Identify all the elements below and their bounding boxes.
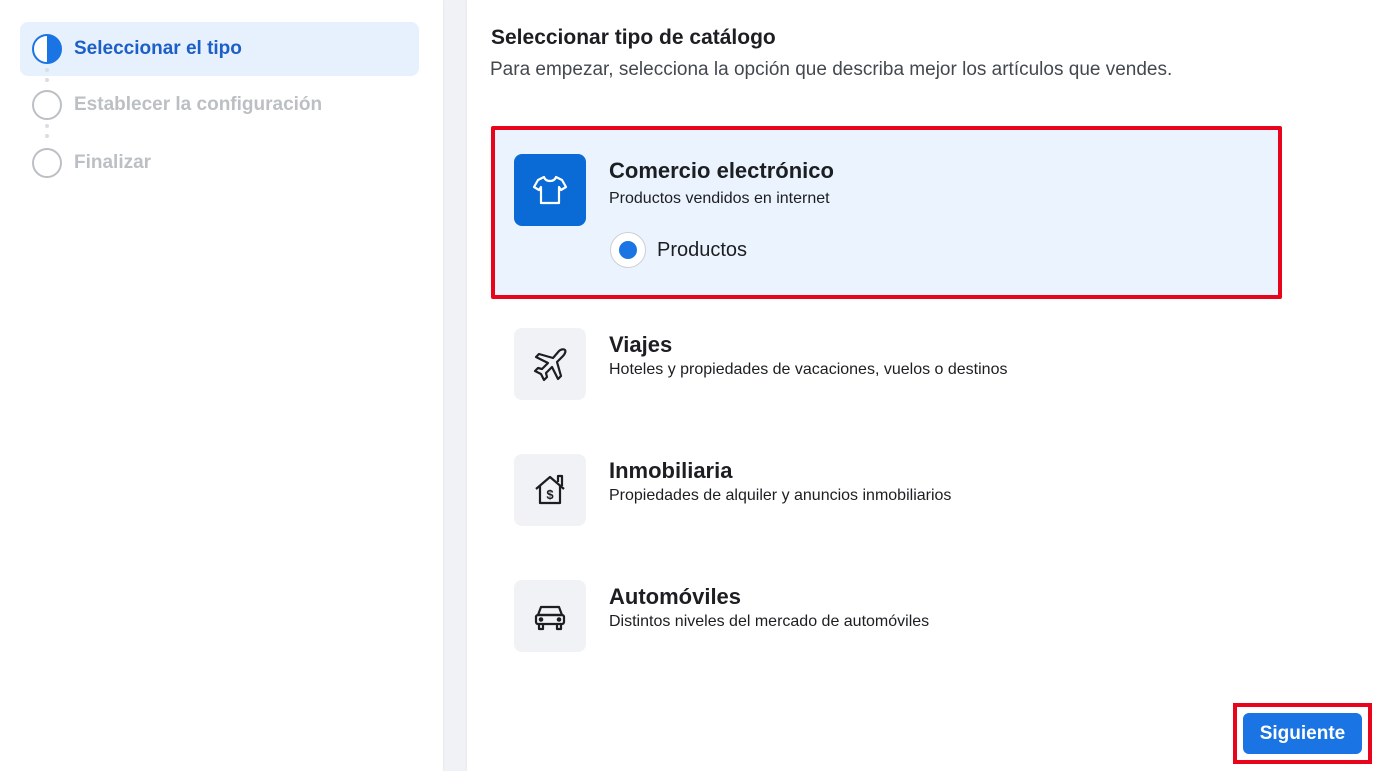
radio-label: Productos (657, 238, 748, 261)
step-label: Seleccionar el tipo (74, 38, 242, 59)
empty-circle-icon (32, 148, 62, 178)
airplane-icon (514, 328, 586, 400)
option-title: Comercio electrónico (609, 158, 834, 183)
products-radio[interactable]: Productos (610, 232, 747, 268)
radio-button[interactable] (610, 232, 646, 268)
option-description: Propiedades de alquiler y anuncios inmob… (609, 487, 952, 504)
half-filled-circle-icon (32, 34, 62, 64)
car-icon (514, 580, 586, 652)
option-title: Viajes (609, 332, 673, 357)
empty-circle-icon (32, 90, 62, 120)
option-description: Productos vendidos en internet (609, 190, 830, 207)
option-description: Hoteles y propiedades de vacaciones, vue… (609, 361, 1008, 378)
page-title: Seleccionar tipo de catálogo (491, 26, 776, 49)
option-title: Inmobiliaria (609, 458, 733, 483)
option-travel[interactable]: Viajes Hoteles y propiedades de vacacion… (491, 304, 1282, 414)
option-ecommerce[interactable]: Comercio electrónico Productos vendidos … (491, 126, 1282, 299)
option-title: Automóviles (609, 584, 742, 609)
house-dollar-icon: $ (514, 454, 586, 526)
option-real-estate[interactable]: $ Inmobiliaria Propiedades de alquiler y… (491, 430, 1282, 540)
next-button-highlight: Siguiente (1233, 703, 1372, 764)
next-button[interactable]: Siguiente (1243, 713, 1362, 754)
page-subtitle: Para empezar, selecciona la opción que d… (490, 59, 1173, 80)
step-select-type[interactable]: Seleccionar el tipo (20, 22, 419, 76)
option-automotive[interactable]: Automóviles Distintos niveles del mercad… (491, 556, 1282, 666)
svg-text:$: $ (546, 487, 554, 502)
step-label: Establecer la configuración (74, 94, 323, 115)
option-description: Distintos niveles del mercado de automóv… (609, 613, 930, 630)
step-configuration: Establecer la configuración (20, 78, 419, 132)
step-label: Finalizar (74, 152, 152, 173)
step-finish: Finalizar (20, 136, 419, 190)
tshirt-icon (514, 154, 586, 226)
